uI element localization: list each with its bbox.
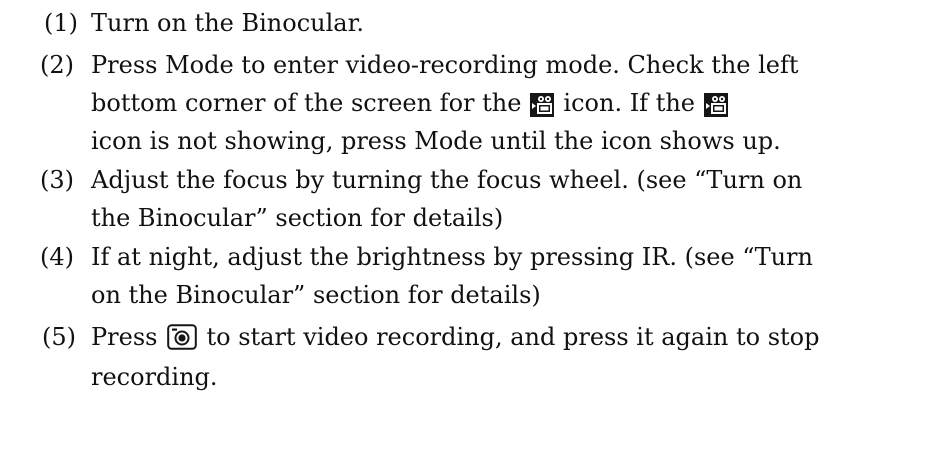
step-number: (5): [42, 323, 76, 351]
step-text-line: icon is not showing, press Mode until th…: [91, 127, 781, 155]
step-text-line: bottom corner of the screen for the icon.…: [91, 84, 737, 122]
video-mode-icon: [530, 90, 555, 117]
step-text-line: Press Mode to enter video-recording mode…: [91, 51, 799, 79]
step-text-line: on the Binocular” section for details): [91, 281, 541, 309]
step-number: (3): [40, 166, 74, 194]
camera-shutter-icon: [167, 323, 198, 350]
step-number: (4): [40, 243, 74, 271]
step-text: icon. If the: [563, 89, 695, 117]
step-text: bottom corner of the screen for the: [91, 89, 522, 117]
step-text: to start video recording, and press it a…: [206, 323, 820, 351]
step-text-line: recording.: [91, 363, 218, 391]
step-number: (1): [44, 9, 78, 37]
instruction-steps: (1) Turn on the Binocular. (2) Press Mod…: [0, 0, 935, 470]
step-text-line: Adjust the focus by turning the focus wh…: [91, 166, 803, 194]
step-number: (2): [40, 51, 74, 79]
video-mode-icon: [704, 90, 728, 117]
step-text-line: Press to start video recording, and press…: [91, 318, 820, 356]
step-text-line: Turn on the Binocular.: [91, 9, 365, 37]
step-text-line: If at night, adjust the brightness by pr…: [91, 243, 813, 271]
step-text: Press: [91, 323, 158, 351]
step-text-line: the Binocular” section for details): [91, 204, 504, 232]
